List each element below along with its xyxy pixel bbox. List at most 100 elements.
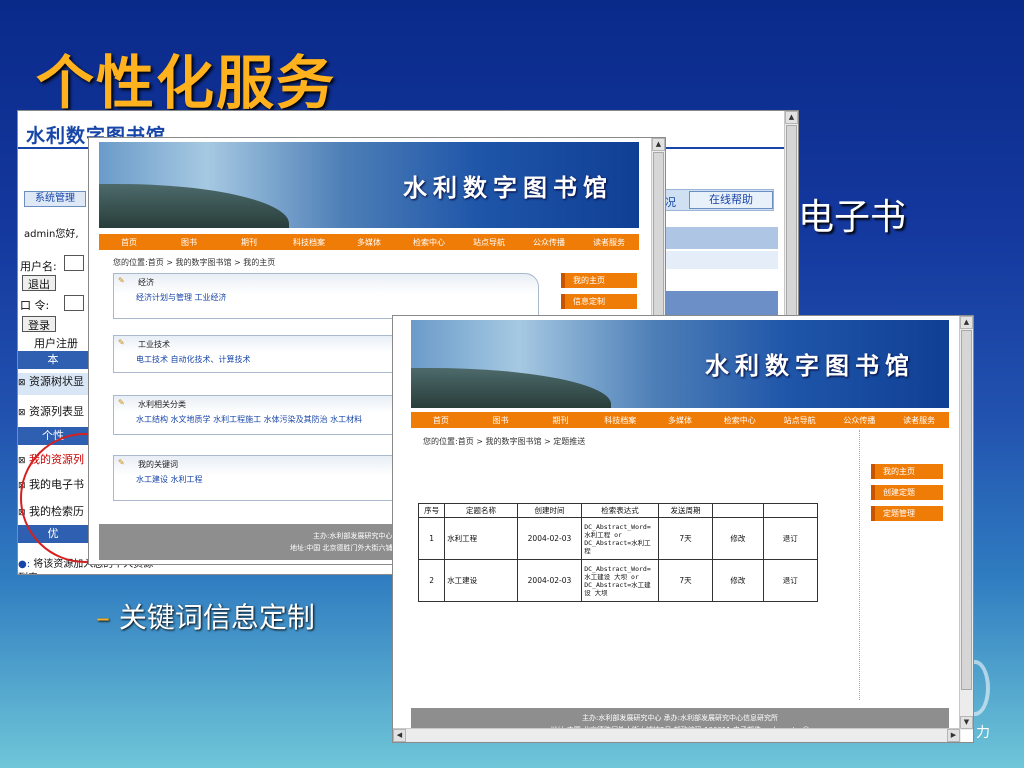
scroll-down-icon[interactable]: ▼ (960, 716, 973, 729)
panel-keywords-content[interactable]: 水工建设 水利工程 (136, 474, 203, 485)
panel-keywords-title: 我的关键词 (138, 460, 178, 469)
menu-tree-row[interactable]: ⊠ 资源树状显 (18, 373, 88, 395)
nav-sitemap[interactable]: 站点导航 (770, 415, 830, 426)
section-resources: 本 (18, 351, 88, 369)
window-topic-push: 水利数字图书馆 首页 图书 期刊 科技档案 多媒体 检索中心 站点导航 公众传播… (392, 315, 974, 743)
nav-journals[interactable]: 期刊 (531, 415, 591, 426)
win2-nav: 首页 图书 期刊 科技档案 多媒体 检索中心 站点导航 公众传播 读者服务 (99, 234, 639, 250)
sidebar-create-topic[interactable]: 创建定题 (871, 485, 943, 500)
nav-public[interactable]: 公众传播 (519, 237, 579, 248)
nav-search[interactable]: 检索中心 (399, 237, 459, 248)
menu-list-label[interactable]: 资源列表显 (29, 405, 84, 418)
win2-banner: 水利数字图书馆 (99, 142, 639, 228)
greeting-text: admin您好, (24, 229, 79, 240)
nav-reader[interactable]: 读者服务 (579, 237, 639, 248)
win3-nav: 首页 图书 期刊 科技档案 多媒体 检索中心 站点导航 公众传播 读者服务 (411, 412, 949, 428)
col-created: 创建时间 (516, 503, 583, 518)
col-period: 发送周期 (657, 503, 714, 518)
tab-admin[interactable]: 系统管理 (24, 191, 86, 207)
nav-search[interactable]: 检索中心 (710, 415, 770, 426)
win3-footer-line1: 主办:水利部发展研究中心 承办:水利部发展研究中心信息研究所 (582, 714, 778, 722)
nav-multimedia[interactable]: 多媒体 (650, 415, 710, 426)
col-index: 序号 (417, 503, 446, 518)
login-button[interactable]: 登录 (22, 316, 56, 332)
win3-hscrollbar[interactable]: ◀ ▶ (393, 728, 961, 742)
password-input[interactable] (64, 295, 84, 311)
logo-fragment: 力 (976, 725, 990, 741)
help-button[interactable]: 在线帮助 (689, 191, 773, 209)
panel-water-title: 水利相关分类 (138, 400, 186, 409)
col-unsubscribe (762, 503, 819, 518)
folder-icon: ✎ (118, 276, 125, 285)
username-label: 用户名: (20, 260, 57, 273)
col-topic-name: 定题名称 (444, 503, 518, 518)
win3-scrollbar[interactable]: ▲ ▼ (959, 316, 973, 730)
sidebar-info-customize[interactable]: 信息定制 (561, 294, 637, 309)
cell-created: 2004-02-03 (516, 517, 583, 560)
cell-topic-name: 水工建设 (444, 559, 518, 602)
unsubscribe-link[interactable]: 退订 (762, 517, 819, 560)
nav-archives[interactable]: 科技档案 (590, 415, 650, 426)
cell-created: 2004-02-03 (516, 559, 583, 602)
folder-icon: ✎ (118, 458, 125, 467)
register-link[interactable]: 用户注册 (34, 335, 78, 351)
scroll-up-icon[interactable]: ▲ (960, 316, 973, 329)
plus-icon: ⊠ (18, 378, 26, 388)
col-expression: 检索表达式 (581, 503, 659, 518)
scroll-right-icon[interactable]: ▶ (947, 729, 960, 742)
edit-link[interactable]: 修改 (712, 559, 764, 602)
bullet-text: 关键词信息定制 (118, 601, 315, 634)
nav-multimedia[interactable]: 多媒体 (339, 237, 399, 248)
folder-icon: ✎ (118, 398, 125, 407)
nav-sitemap[interactable]: 站点导航 (459, 237, 519, 248)
panel-industry-content[interactable]: 电工技术 自动化技术、计算技术 (136, 354, 251, 365)
cell-period: 7天 (657, 517, 714, 560)
plus-icon: ⊠ (18, 408, 26, 418)
nav-books[interactable]: 图书 (471, 415, 531, 426)
sidebar-manage-topics[interactable]: 定题管理 (871, 506, 943, 521)
bullet-dash: – (96, 601, 110, 634)
nav-home[interactable]: 首页 (99, 237, 159, 248)
nav-home[interactable]: 首页 (411, 415, 471, 426)
sidebar-my-homepage[interactable]: 我的主页 (871, 464, 943, 479)
win1-bar2 (654, 251, 778, 269)
panel-industry-title: 工业技术 (138, 340, 170, 349)
folder-icon: ✎ (118, 338, 125, 347)
panel-water-content[interactable]: 水工结构 水文地质学 水利工程施工 水体污染及其防治 水工材料 (136, 414, 362, 425)
table-row: 2 水工建设 2004-02-03 DC_Abstract_Word=水工建设 … (417, 559, 819, 602)
cell-expression: DC_Abstract_Word=水利工程 or DC_Abstract=水利工… (581, 517, 659, 560)
scroll-up-icon[interactable]: ▲ (652, 138, 665, 151)
nav-journals[interactable]: 期刊 (219, 237, 279, 248)
menu-tree-label[interactable]: 资源树状显 (29, 375, 84, 388)
panel-economy-title: 经济 (138, 278, 154, 287)
logout-button[interactable]: 退出 (22, 275, 56, 291)
panel-economy: ✎ 经济 经济计划与管理 工业经济 (113, 273, 539, 319)
scroll-left-icon[interactable]: ◀ (393, 729, 406, 742)
sidebar-my-homepage[interactable]: 我的主页 (561, 273, 637, 288)
table-header-row: 序号 定题名称 创建时间 检索表达式 发送周期 (417, 503, 819, 518)
scroll-up-icon[interactable]: ▲ (785, 111, 798, 124)
menu-list-row[interactable]: ⊠ 资源列表显 (18, 403, 88, 425)
col-edit (712, 503, 764, 518)
cell-topic-name: 水利工程 (444, 517, 518, 560)
win1-topnav-status[interactable]: 况 (665, 194, 676, 210)
nav-public[interactable]: 公众传播 (829, 415, 889, 426)
win3-breadcrumb: 您的位置:首页 > 我的数字图书馆 > 定题推送 (423, 437, 586, 446)
win2-banner-title: 水利数字图书馆 (403, 174, 613, 202)
nav-books[interactable]: 图书 (159, 237, 219, 248)
win1-bar (654, 227, 778, 249)
plus-icon: ⊠ (18, 456, 26, 466)
win3-column-divider (859, 430, 860, 700)
win3-scroll-thumb[interactable] (961, 330, 972, 690)
unsubscribe-link[interactable]: 退订 (762, 559, 819, 602)
password-label: 口 令: (20, 299, 50, 312)
username-input[interactable] (64, 255, 84, 271)
edit-link[interactable]: 修改 (712, 517, 764, 560)
panel-economy-content[interactable]: 经济计划与管理 工业经济 (136, 292, 227, 303)
nav-archives[interactable]: 科技档案 (279, 237, 339, 248)
cell-index: 1 (417, 517, 446, 560)
win3-banner-title: 水利数字图书馆 (705, 352, 915, 380)
bg-ebook-text: 电子书 (798, 197, 907, 238)
nav-reader[interactable]: 读者服务 (889, 415, 949, 426)
win1-topnav: 况 在线帮助 (654, 189, 774, 211)
